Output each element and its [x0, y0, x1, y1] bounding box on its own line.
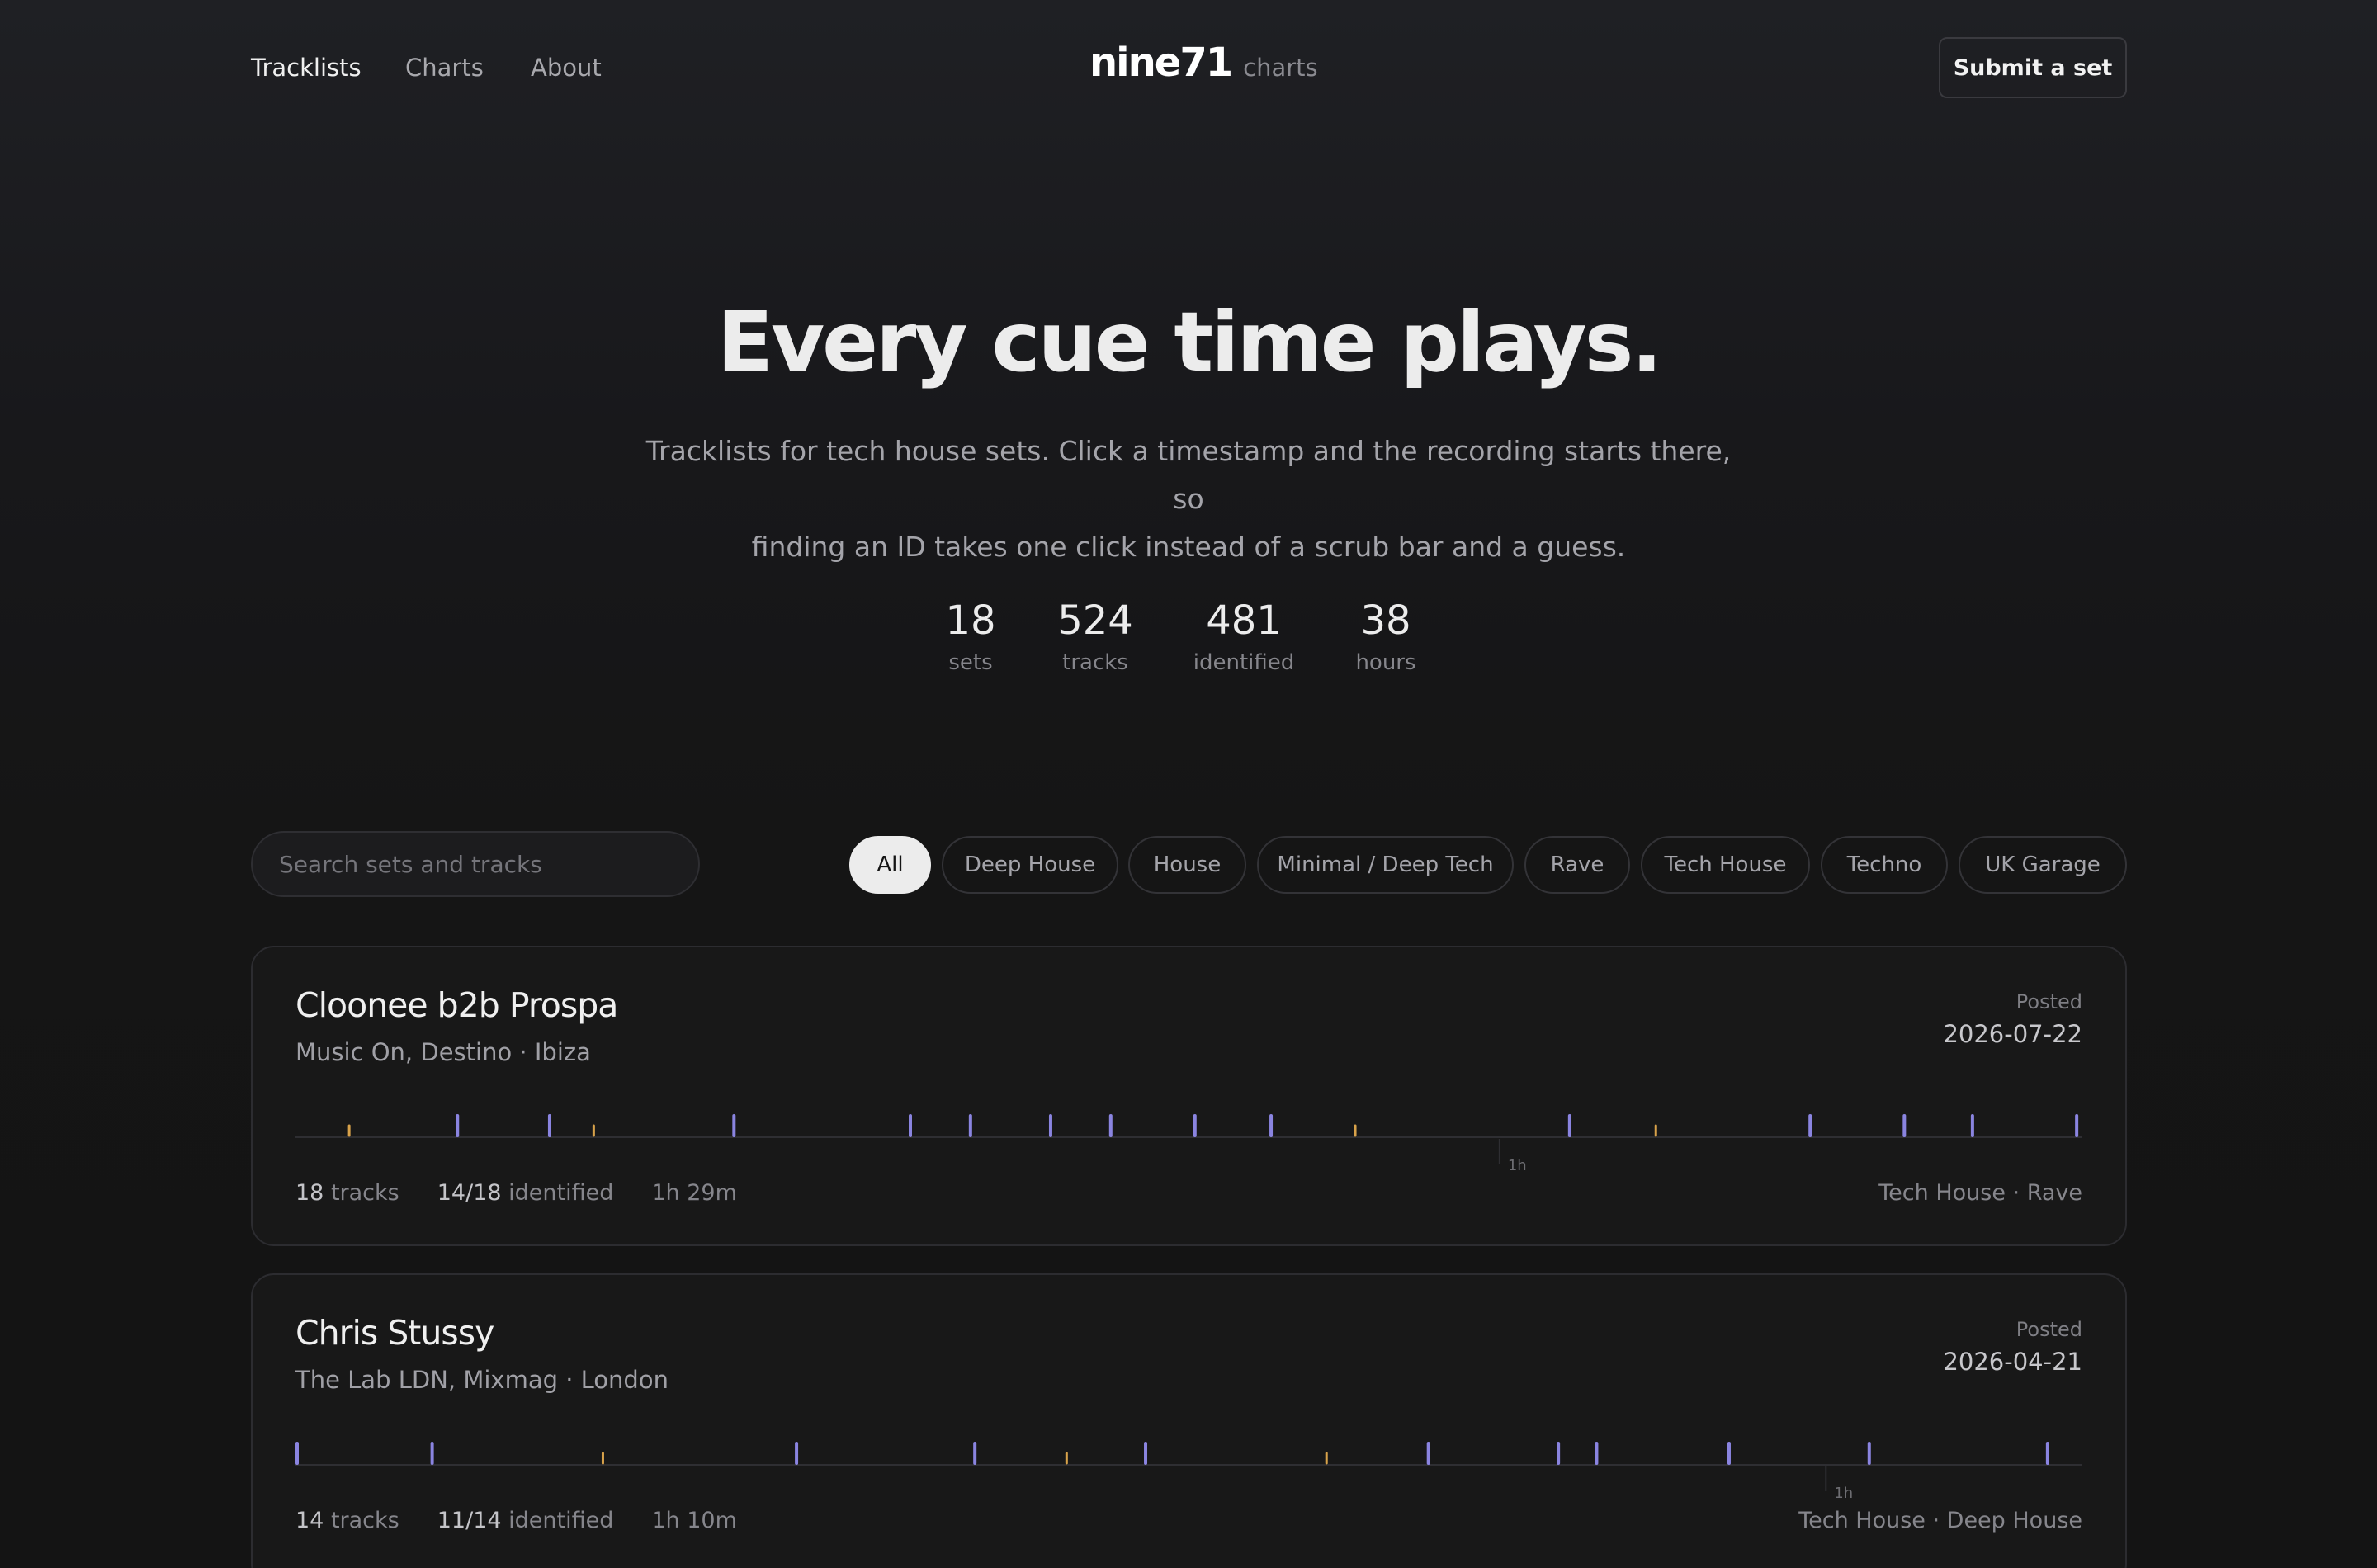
- stat-hours: 38 hours: [1311, 594, 1460, 675]
- identified-count-label: identified: [508, 1180, 614, 1206]
- site-logo[interactable]: nine71 charts: [1089, 40, 1318, 86]
- set-card[interactable]: Chris Stussy The Lab LDN, Mixmag · Londo…: [251, 1273, 2127, 1568]
- hero-title: Every cue time plays.: [716, 294, 1663, 390]
- identified-count: 11/14 identified: [437, 1508, 614, 1533]
- filter-chip-deep-house[interactable]: Deep House: [942, 836, 1118, 894]
- track-count: 18 tracks: [295, 1180, 399, 1206]
- identified-count: 14/18 identified: [437, 1180, 614, 1206]
- logo-subtitle: charts: [1243, 54, 1318, 82]
- set-title[interactable]: Cloonee b2b Prospa: [295, 985, 618, 1025]
- stat-tracks: 524 tracks: [1021, 594, 1170, 675]
- set-venue: The Lab LDN, Mixmag · London: [295, 1366, 669, 1394]
- cue-timeline[interactable]: 1h: [295, 1432, 2082, 1498]
- set-meta: 18 tracks 14/18 identified 1h 29m: [295, 1180, 775, 1206]
- filter-chip-tech-house[interactable]: Tech House: [1641, 836, 1810, 894]
- set-card[interactable]: Cloonee b2b Prospa Music On, Destino · I…: [251, 946, 2127, 1246]
- track-count-value: 14: [295, 1508, 324, 1533]
- stat-value: 481: [1206, 597, 1282, 644]
- top-nav: Tracklists Charts About nine71 charts Su…: [0, 0, 2377, 135]
- stat-label: hours: [1355, 650, 1416, 675]
- logo-wordmark: nine71: [1089, 40, 1233, 86]
- set-duration: 1h 10m: [651, 1508, 737, 1533]
- filter-chip-rave[interactable]: Rave: [1524, 836, 1630, 894]
- stat-label: identified: [1193, 650, 1295, 675]
- stats-row: 18 sets 524 tracks 481 identified 38 hou…: [924, 594, 1453, 685]
- identified-count-value: 14/18: [437, 1180, 502, 1206]
- track-count: 14 tracks: [295, 1508, 399, 1533]
- cue-timeline-svg: 1h: [295, 1442, 2082, 1498]
- filter-chip-house[interactable]: House: [1128, 836, 1246, 894]
- nav-link-tracklists[interactable]: Tracklists: [251, 51, 362, 84]
- search-input[interactable]: [251, 831, 700, 897]
- cue-timeline-svg: 1h: [295, 1114, 2082, 1170]
- stat-identified: 481 identified: [1170, 594, 1318, 675]
- set-meta: 14 tracks 11/14 identified 1h 10m: [295, 1508, 775, 1533]
- posted-label: Posted: [2015, 990, 2082, 1013]
- stat-label: tracks: [1062, 650, 1128, 675]
- cue-timeline[interactable]: 1h: [295, 1104, 2082, 1170]
- identified-count-value: 11/14: [437, 1508, 502, 1533]
- set-venue: Music On, Destino · Ibiza: [295, 1038, 591, 1066]
- stat-value: 524: [1057, 597, 1133, 644]
- hour-marker-label: 1h: [1508, 1157, 1527, 1170]
- filter-chip-minimal-deep-tech[interactable]: Minimal / Deep Tech: [1257, 836, 1514, 894]
- set-title[interactable]: Chris Stussy: [295, 1313, 494, 1353]
- nav-link-about[interactable]: About: [531, 51, 602, 84]
- cue-layer: [347, 1114, 2079, 1137]
- stat-value: 38: [1360, 597, 1411, 644]
- identified-count-label: identified: [508, 1508, 614, 1533]
- filter-chip-all[interactable]: All: [849, 836, 931, 894]
- posted-date: 2026-07-22: [1943, 1020, 2082, 1048]
- set-genres: Tech House · Rave: [1878, 1180, 2082, 1206]
- set-duration: 1h 29m: [651, 1180, 737, 1206]
- track-count-value: 18: [295, 1180, 324, 1206]
- hour-marker-label: 1h: [1834, 1485, 1853, 1498]
- hero-subtitle-line: finding an ID takes one click instead of…: [751, 531, 1626, 563]
- hero-subtitle: Tracklists for tech house sets. Click a …: [627, 427, 1750, 571]
- filter-chip-uk-garage[interactable]: UK Garage: [1959, 836, 2127, 894]
- submit-set-button[interactable]: Submit a set: [1939, 37, 2127, 98]
- posted-label: Posted: [2015, 1318, 2082, 1341]
- filter-chip-techno[interactable]: Techno: [1821, 836, 1948, 894]
- track-count-label: tracks: [330, 1508, 399, 1533]
- set-genres: Tech House · Deep House: [1798, 1508, 2082, 1533]
- cue-layer: [295, 1442, 2049, 1465]
- posted-date: 2026-04-21: [1943, 1348, 2082, 1376]
- hero-subtitle-line: Tracklists for tech house sets. Click a …: [645, 435, 1732, 515]
- nav-link-charts[interactable]: Charts: [405, 51, 484, 84]
- track-count-label: tracks: [330, 1180, 399, 1206]
